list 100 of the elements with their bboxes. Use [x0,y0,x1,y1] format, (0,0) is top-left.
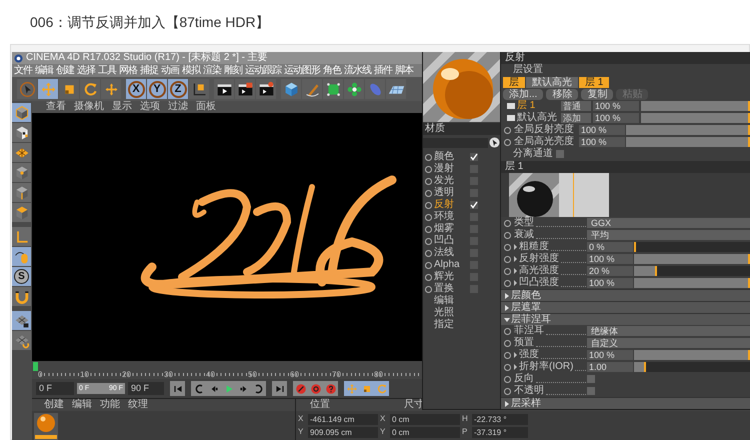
section-header[interactable]: 层颜色 [501,289,750,301]
value-field[interactable]: 20 % [587,266,633,276]
value-field[interactable]: 100 % [579,137,625,147]
menu-item[interactable]: 显示 [112,101,132,113]
channel-item[interactable]: 烟雾 [434,223,468,235]
checkbox[interactable] [470,261,478,269]
transport-button[interactable] [293,381,308,396]
channel-item[interactable]: 辉光 [434,271,468,283]
checkbox[interactable] [470,273,478,281]
dropdown[interactable]: 平均 [587,230,750,240]
transport-button[interactable] [191,381,206,396]
layer-name[interactable]: 默认高光 [517,112,559,124]
checkbox[interactable] [470,189,478,197]
checkbox[interactable] [587,387,595,395]
menu-item[interactable]: 工具 [98,64,116,76]
checkbox[interactable] [470,201,478,209]
layer-tab[interactable]: 层 1 [579,76,610,88]
transport-button[interactable] [170,381,185,396]
value-field[interactable]: 100 % [587,350,633,360]
tool-button[interactable]: Y [147,79,167,99]
channel-item[interactable]: 发光 [434,175,468,187]
slider-fill[interactable] [641,113,750,123]
menu-item[interactable]: 渲染 [203,64,221,76]
channel-item[interactable]: 指定 [434,319,468,331]
value-field[interactable]: 0 % [587,242,633,252]
menu-item[interactable]: 编辑 [72,399,92,411]
cursor-icon[interactable] [489,137,500,148]
section-header[interactable]: 层采样 [501,397,750,409]
action-button[interactable]: 复制 [581,88,614,100]
menu-item[interactable]: 面板 [196,101,216,113]
tool-button[interactable] [189,79,209,99]
gradient-swatch[interactable] [559,173,609,217]
menu-item[interactable]: 编辑 [35,64,53,76]
frame-field[interactable]: 90 F [128,382,164,395]
playhead-marker[interactable] [33,362,38,371]
transport-button[interactable] [251,381,266,396]
slider-fill[interactable] [634,350,750,360]
value-field[interactable]: 100 % [593,101,639,111]
checkbox[interactable] [470,225,478,233]
coordinate-field[interactable]: -461.149 cm [308,414,378,424]
menu-item[interactable]: 插件 [374,64,392,76]
menu-item[interactable]: 动画 [161,64,179,76]
action-button[interactable]: 移除 [546,88,578,100]
layer-tab[interactable]: 层 [503,76,525,88]
checkbox[interactable] [587,375,595,383]
material-name-field[interactable]: 材质 [423,123,500,135]
blend-mode-dropdown[interactable]: 添加 [561,113,591,123]
dropdown[interactable]: 自定义 [587,338,750,348]
channel-item[interactable]: 凹凸 [434,235,468,247]
channel-item[interactable]: 颜色 [434,151,468,163]
tool-button[interactable]: S [12,267,31,286]
tool-button[interactable] [214,79,234,99]
value-field[interactable]: 100 % [593,113,639,123]
slider-fill[interactable] [626,125,750,135]
action-button[interactable]: 添加... [503,88,544,100]
channel-item[interactable]: 编辑 [434,295,468,307]
tool-button[interactable] [235,79,255,99]
channel-item[interactable]: 漫射 [434,163,468,175]
value-field[interactable]: 100 % [587,254,633,264]
checkbox[interactable] [470,153,478,161]
slider-fill[interactable] [626,137,750,147]
value-field[interactable]: 100 % [587,278,633,288]
menu-item[interactable]: 选择 [77,64,95,76]
checkbox[interactable] [470,213,478,221]
section-header[interactable]: 层菲涅耳 [501,313,750,325]
menu-item[interactable]: 功能 [100,399,120,411]
tool-button[interactable] [256,79,276,99]
menu-item[interactable]: 查看 [46,101,66,113]
value-field[interactable]: 100 % [579,125,625,135]
transport-button[interactable] [323,381,338,396]
frame-field[interactable]: 0 F [36,382,74,395]
link-field[interactable] [423,138,488,148]
section-header[interactable]: 层遮罩 [501,301,750,313]
channel-item[interactable]: 法线 [434,247,468,259]
slider-fill[interactable] [634,266,658,276]
slider-fill[interactable] [641,101,750,111]
menu-item[interactable]: 雕刻 [224,64,242,76]
menu-item[interactable]: 运动跟踪 [245,64,281,76]
channel-item[interactable]: 置换 [434,283,468,295]
menu-item[interactable]: 运动图形 [284,64,320,76]
slider-fill[interactable] [634,278,750,288]
checkbox[interactable] [470,165,478,173]
menu-item[interactable]: 过滤 [168,101,188,113]
menu-item[interactable]: 创建 [44,399,64,411]
menu-item[interactable]: 选项 [140,101,160,113]
material-thumbnail[interactable] [34,413,58,440]
menu-item[interactable]: 捕捉 [140,64,158,76]
menu-item[interactable]: 模拟 [182,64,200,76]
checkbox[interactable] [556,150,564,158]
channel-item[interactable]: 光照 [434,307,468,319]
coordinate-field[interactable]: 909.095 cm [308,426,378,438]
checkbox[interactable] [470,177,478,185]
coordinate-field[interactable]: 0 cm [390,426,460,438]
value-field[interactable]: 1.00 [587,362,633,372]
tool-button[interactable]: Z [168,79,188,99]
menu-item[interactable]: 流水线 [344,64,371,76]
channel-item[interactable]: 透明 [434,187,468,199]
tool-button[interactable] [12,287,31,306]
checkbox[interactable] [470,249,478,257]
checkbox[interactable] [470,237,478,245]
